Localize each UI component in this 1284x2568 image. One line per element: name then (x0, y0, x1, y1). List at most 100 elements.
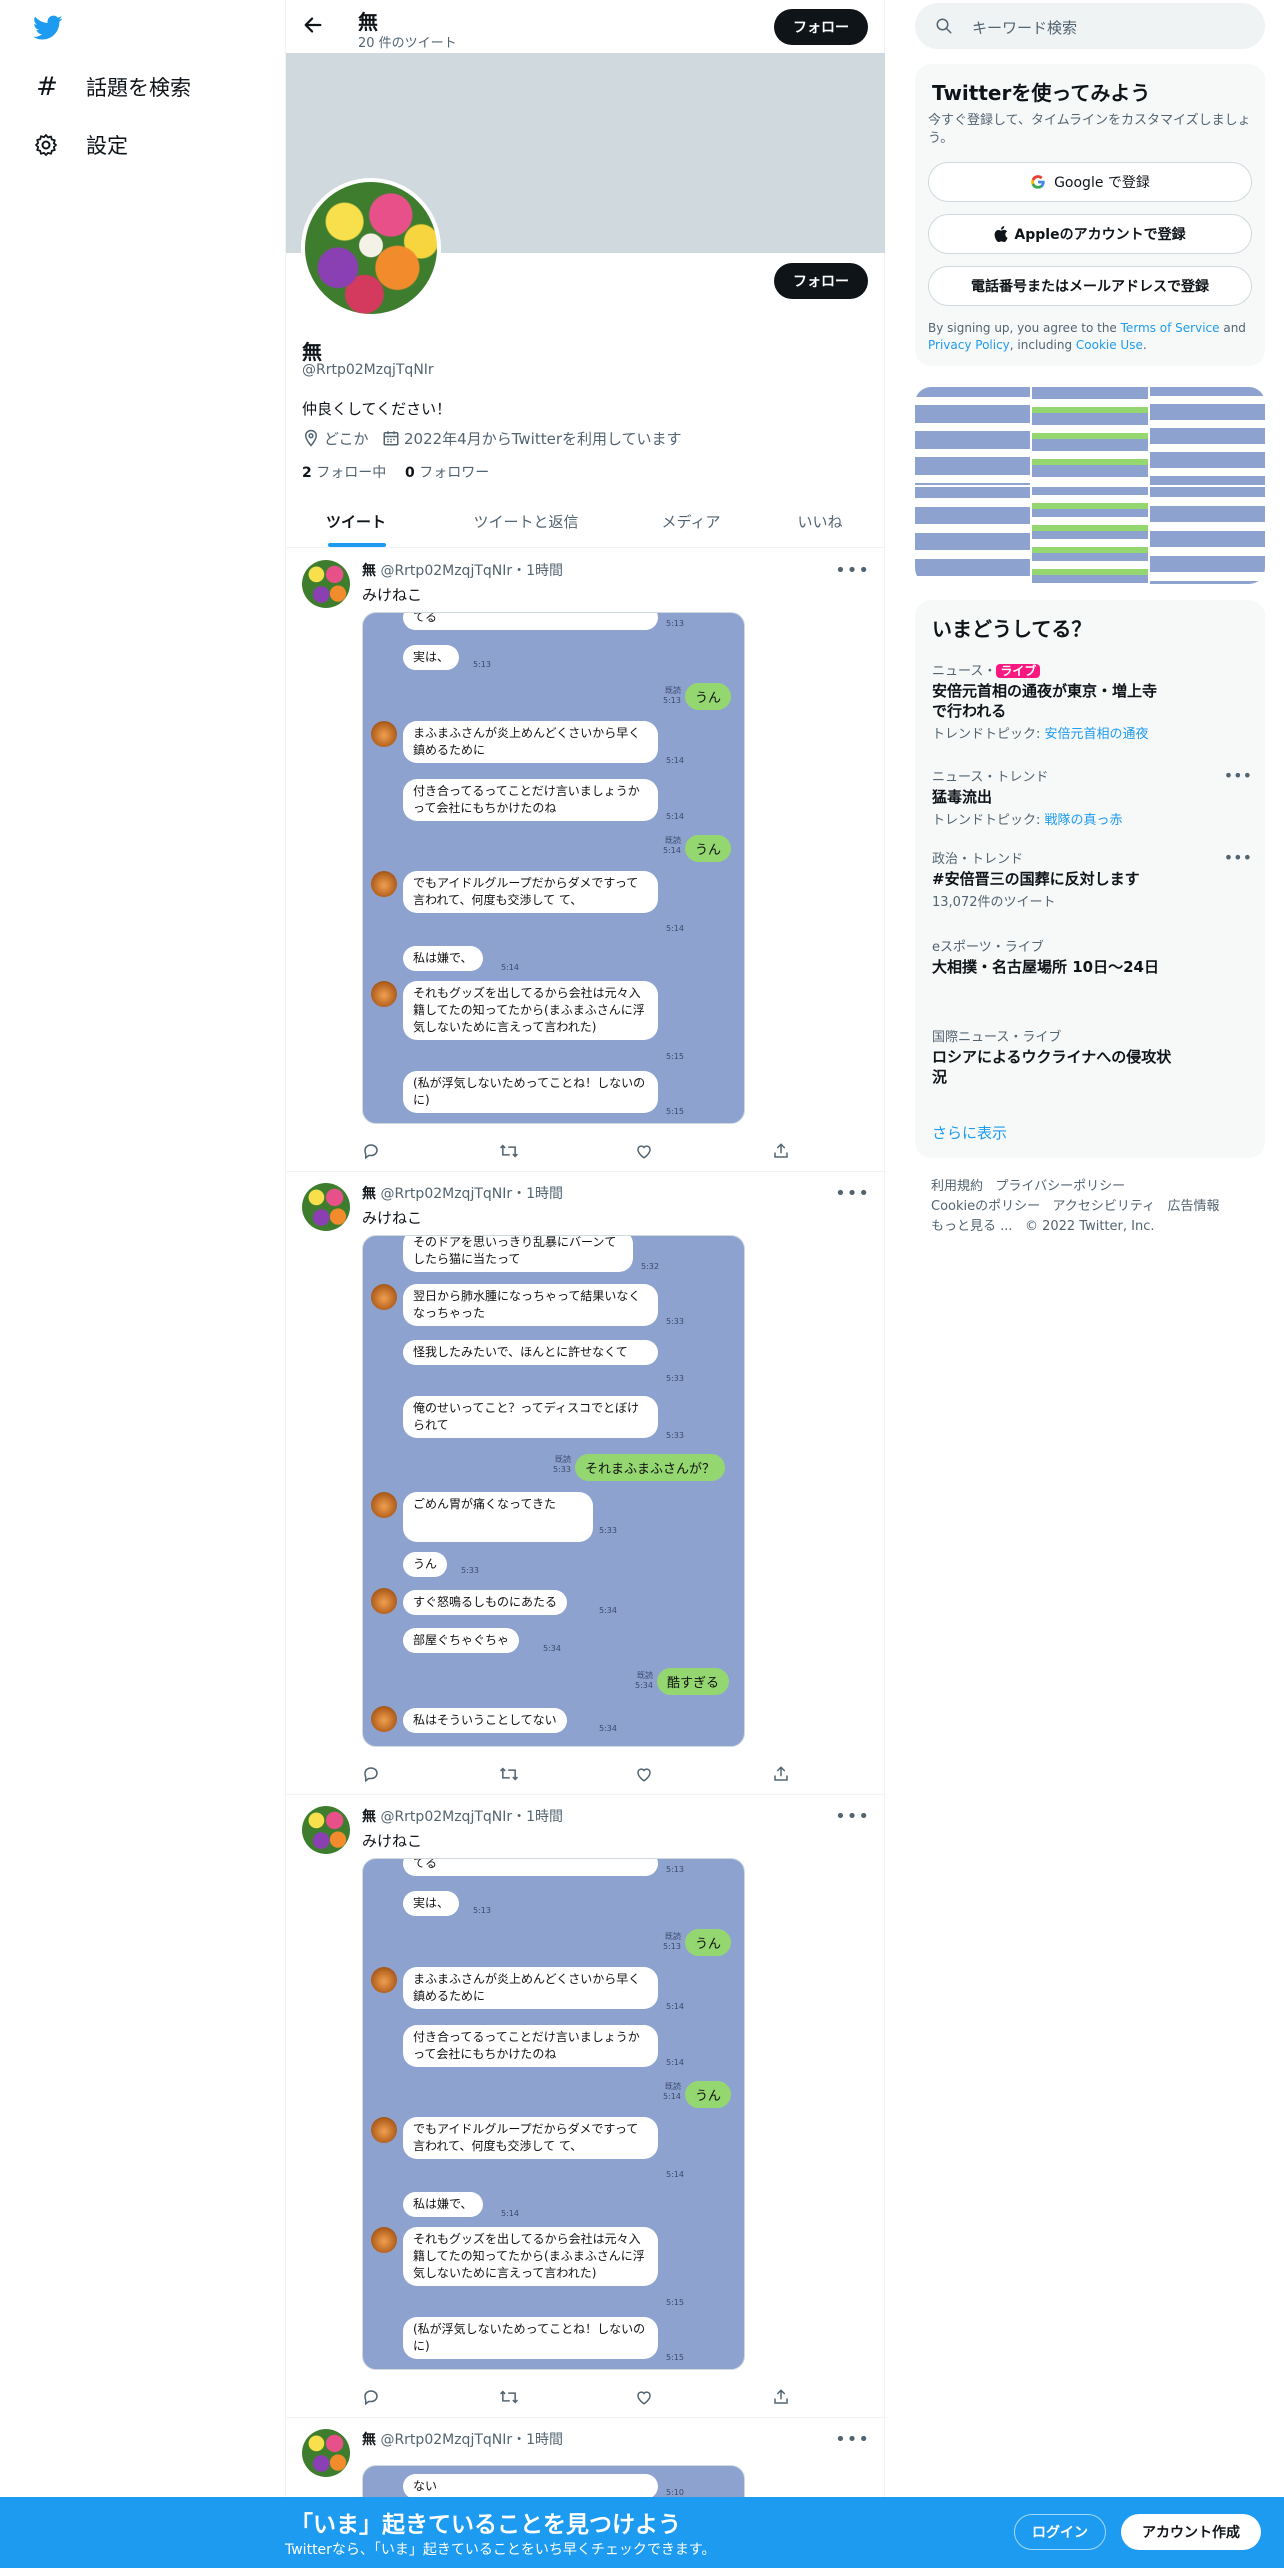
share-icon[interactable] (772, 2388, 792, 2408)
like-icon[interactable] (635, 1142, 655, 1162)
trend-topic-link[interactable]: 安倍元首相の通夜 (1045, 727, 1149, 742)
cookie-use-link[interactable]: Cookie Use (1076, 338, 1143, 352)
more-options-icon[interactable]: ••• (835, 1183, 870, 1204)
followers-link[interactable]: 0 フォロワー (405, 462, 489, 482)
footer-accessibility-link[interactable]: アクセシビリティ (1053, 1199, 1156, 1214)
tab-tweets[interactable]: ツイート (286, 495, 426, 547)
tweet-time[interactable]: ・1時間 (512, 2432, 563, 2448)
chat-time: 5:13 (666, 619, 684, 628)
trend-item[interactable]: ニュース・トレンド 猛毒流出 トレンドトピック: 戦隊の真っ赤 ••• (932, 766, 1252, 828)
reply-icon[interactable] (362, 2388, 382, 2408)
footer-more-link[interactable]: もっと見る ... (931, 1219, 1013, 1234)
chat-read-time: 既読 5:14 (663, 836, 681, 855)
tab-likes[interactable]: いいね (756, 495, 884, 547)
reply-icon[interactable] (362, 1142, 382, 1162)
trend-item[interactable]: ニュース・ ライブ 安倍元首相の通夜が東京・増上寺で行われる トレンドトピック: … (932, 660, 1252, 742)
tweet-time[interactable]: ・1時間 (512, 1186, 563, 1202)
trend-item[interactable]: eスポーツ・ライブ 大相撲・名古屋場所 10日〜24日 (932, 936, 1252, 977)
tweet[interactable]: 無 @Rrtp02MzqjTqNIr・1時間 ••• みけねこ てる 5:13 実… (286, 550, 886, 1172)
media-thumbnail[interactable] (1032, 486, 1148, 584)
more-options-icon[interactable]: ••• (835, 2429, 870, 2450)
trend-more-icon[interactable]: ••• (1224, 766, 1252, 785)
chat-bubble: 私はそういうことしてない (403, 1708, 567, 1733)
media-thumbnail[interactable] (1032, 387, 1148, 485)
privacy-policy-link[interactable]: Privacy Policy (928, 338, 1010, 352)
terms-of-service-link[interactable]: Terms of Service (1121, 321, 1220, 335)
trend-item[interactable]: 国際ニュース・ライブ ロシアによるウクライナへの侵攻状況 (932, 1026, 1252, 1087)
terms-text-c: , including (1009, 338, 1076, 352)
share-icon[interactable] (772, 1765, 792, 1785)
footer-cookie-link[interactable]: Cookieのポリシー (931, 1199, 1040, 1214)
retweet-icon[interactable] (499, 1142, 519, 1162)
trend-more-icon[interactable]: ••• (1224, 848, 1252, 867)
tweet-time[interactable]: ・1時間 (512, 1809, 563, 1825)
footer-row-1: 利用規約 プライバシーポリシー (931, 1175, 1125, 1194)
search-icon (935, 17, 953, 35)
footer-privacy-link[interactable]: プライバシーポリシー (995, 1179, 1125, 1194)
tweet-avatar[interactable] (302, 560, 350, 608)
search-box[interactable]: キーワード検索 (915, 3, 1265, 49)
tweet-handle[interactable]: @Rrtp02MzqjTqNIr (380, 563, 512, 579)
reply-icon[interactable] (362, 1765, 382, 1785)
share-icon[interactable] (772, 1142, 792, 1162)
media-thumbnail[interactable] (915, 387, 1031, 485)
tweet-handle[interactable]: @Rrtp02MzqjTqNIr (380, 1186, 512, 1202)
followers-count: 0 (405, 465, 415, 481)
back-arrow-icon[interactable] (302, 14, 324, 36)
twitter-logo-icon[interactable] (33, 15, 63, 41)
tweet-image[interactable]: てる 5:13 実は、 5:13 既読 5:13 うん まふまふさんが炎上めんどくさい… (362, 1858, 745, 2370)
chat-time: 5:13 (473, 1906, 491, 1915)
nav-settings[interactable]: 設定 (34, 130, 128, 160)
retweet-icon[interactable] (499, 2388, 519, 2408)
media-thumbnail[interactable] (915, 486, 1031, 584)
tweet-image[interactable]: そのドアを思いっきり乱暴にバーンてしたら猫に当たって 5:32 翌日から肺水腫にな… (362, 1235, 745, 1747)
profile-avatar[interactable] (301, 178, 441, 318)
media-thumbnail[interactable] (1149, 486, 1265, 584)
live-badge: ライブ (996, 664, 1041, 678)
chat-read-time: 既読 5:13 (663, 686, 681, 705)
tweet-avatar[interactable] (302, 1806, 350, 1854)
search-input[interactable]: キーワード検索 (972, 17, 1077, 38)
tweet-time[interactable]: ・1時間 (512, 563, 563, 579)
more-options-icon[interactable]: ••• (835, 560, 870, 581)
tweet-avatar[interactable] (302, 2429, 350, 2477)
calendar-icon (382, 429, 400, 447)
google-signup-label: Google で登録 (1054, 175, 1150, 191)
chat-bubble: 付き合ってるってことだけ言いましょうかって会社にもちかけたのね (403, 779, 658, 821)
tweet-author-name[interactable]: 無 (362, 2432, 376, 2448)
tweet-handle[interactable]: @Rrtp02MzqjTqNIr (380, 2432, 512, 2448)
tab-media[interactable]: メディア (626, 495, 756, 547)
tweet[interactable]: 無 @Rrtp02MzqjTqNIr・1時間 ••• みけねこ てる 5:13 実… (286, 1796, 886, 2418)
show-more-link[interactable]: さらに表示 (932, 1122, 1007, 1143)
nav-explore[interactable]: # 話題を検索 (34, 72, 191, 102)
apple-signup-button[interactable]: Appleのアカウントで登録 (928, 214, 1252, 254)
tweet-author-name[interactable]: 無 (362, 1809, 376, 1825)
retweet-icon[interactable] (499, 1765, 519, 1785)
tweet-author-name[interactable]: 無 (362, 1186, 376, 1202)
more-options-icon[interactable]: ••• (835, 1806, 870, 1827)
chat-time: 5:34 (599, 1606, 617, 1615)
login-button[interactable]: ログイン (1014, 2514, 1106, 2550)
tab-tweets-and-replies[interactable]: ツイートと返信 (426, 495, 626, 547)
header-follow-button[interactable]: フォロー (774, 9, 868, 45)
chat-time: 5:10 (666, 2488, 684, 2497)
tweet[interactable]: 無 @Rrtp02MzqjTqNIr・1時間 ••• みけねこ そのドアを思いっ… (286, 1173, 886, 1795)
google-signup-button[interactable]: Google で登録 (928, 162, 1252, 202)
like-icon[interactable] (635, 2388, 655, 2408)
tweet-author-name[interactable]: 無 (362, 563, 376, 579)
tweet-avatar[interactable] (302, 1183, 350, 1231)
footer-terms-link[interactable]: 利用規約 (931, 1179, 983, 1194)
profile-follow-button[interactable]: フォロー (774, 263, 868, 299)
tweet-image[interactable]: てる 5:13 実は、 5:13 既読 5:13 うん まふまふさんが炎上めんどくさい… (362, 612, 745, 1124)
media-thumbnail[interactable] (1149, 387, 1265, 485)
phone-email-signup-button[interactable]: 電話番号またはメールアドレスで登録 (928, 266, 1252, 306)
following-link[interactable]: 2 フォロー中 (302, 462, 386, 482)
like-icon[interactable] (635, 1765, 655, 1785)
trend-topic-link[interactable]: 戦隊の真っ赤 (1045, 813, 1123, 828)
trend-item[interactable]: 政治・トレンド #安倍晋三の国葬に反対します 13,072件のツイート ••• (932, 848, 1252, 910)
create-account-button[interactable]: アカウント作成 (1121, 2514, 1261, 2550)
media-grid[interactable] (915, 387, 1265, 584)
tweet-handle[interactable]: @Rrtp02MzqjTqNIr (380, 1809, 512, 1825)
footer-ads-link[interactable]: 広告情報 (1168, 1199, 1220, 1214)
profile-column: 無 20 件のツイート フォロー フォロー 無 @Rrtp02MzqjTqNIr… (285, 0, 886, 2568)
